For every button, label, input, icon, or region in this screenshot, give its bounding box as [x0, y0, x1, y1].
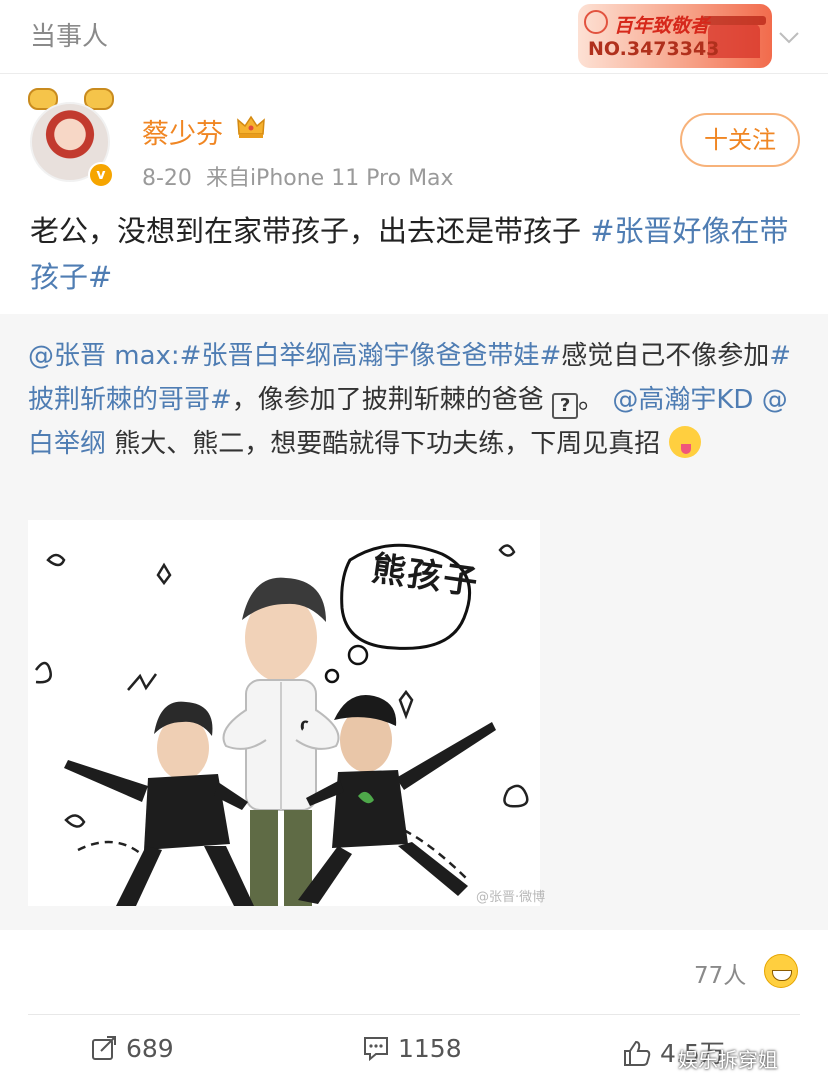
badge-title: 百年致敬者	[614, 15, 710, 37]
share-icon	[92, 1036, 116, 1060]
retweet-text-segment: 感觉自己不像参加	[561, 341, 770, 371]
post-date: 8-20	[142, 166, 192, 191]
like-icon	[624, 1040, 651, 1066]
post-source: 来自iPhone 11 Pro Max	[205, 166, 454, 191]
comment-button[interactable]: 1158	[362, 1034, 462, 1068]
comment-icon	[364, 1037, 388, 1062]
tongue-emoji-icon	[668, 426, 701, 458]
retweeted-post[interactable]: @张晋 max:#张晋白举纲高瀚宇像爸爸带娃#感觉自己不像参加#披荆斩棘的哥哥#…	[0, 314, 828, 930]
author-avatar[interactable]: v	[22, 88, 122, 188]
follow-button[interactable]: 十关注	[680, 113, 800, 167]
share-count: 689	[126, 1034, 174, 1063]
badge-emblem-icon	[584, 10, 608, 34]
divider	[28, 1014, 800, 1015]
post-meta: 8-20 来自iPhone 11 Pro Max	[142, 160, 454, 192]
author-name[interactable]: 蔡少芬	[142, 112, 223, 151]
post-content: 老公，没想到在家带孩子，出去还是带孩子 #张晋好像在带孩子#	[30, 208, 800, 300]
hashtag-link[interactable]: #张晋白举纲高瀚宇像爸爸带娃#	[180, 341, 562, 371]
top-bar: 当事人 百年致敬者 NO.3473343	[0, 0, 828, 74]
verified-icon: v	[88, 162, 114, 188]
retweet-text-segment: 熊大、熊二，想要酷就得下功夫练，下周见真招	[106, 429, 661, 459]
centenary-badge[interactable]: 百年致敬者 NO.3473343	[578, 4, 772, 68]
crown-icon	[237, 115, 265, 138]
watermark-text: 娱乐拆穿姐	[678, 1048, 778, 1072]
laugh-emoji-icon[interactable]	[764, 954, 798, 988]
page-title: 当事人	[30, 22, 109, 52]
post-text: 老公，没想到在家带孩子，出去还是带孩子	[30, 214, 582, 248]
share-button[interactable]: 689	[90, 1034, 174, 1068]
retweet-text-segment: ，像参加了披荆斩棘的爸爸	[231, 385, 544, 415]
mention-link[interactable]: @高瀚宇KD	[612, 385, 753, 415]
mention-link[interactable]: @张晋 max:	[28, 341, 180, 371]
retweet-text-segment: 。	[578, 385, 605, 415]
retweet-text: @张晋 max:#张晋白举纲高瀚宇像爸爸带娃#感觉自己不像参加#披荆斩棘的哥哥#…	[28, 334, 804, 466]
comment-count: 1158	[398, 1034, 462, 1063]
badge-number: NO.3473343	[588, 38, 720, 60]
reactions-count[interactable]: 77人	[694, 956, 746, 990]
question-emoji-icon: ?	[552, 393, 579, 419]
image-watermark: @张晋·微博	[476, 890, 546, 905]
chevron-down-icon[interactable]	[778, 26, 800, 48]
